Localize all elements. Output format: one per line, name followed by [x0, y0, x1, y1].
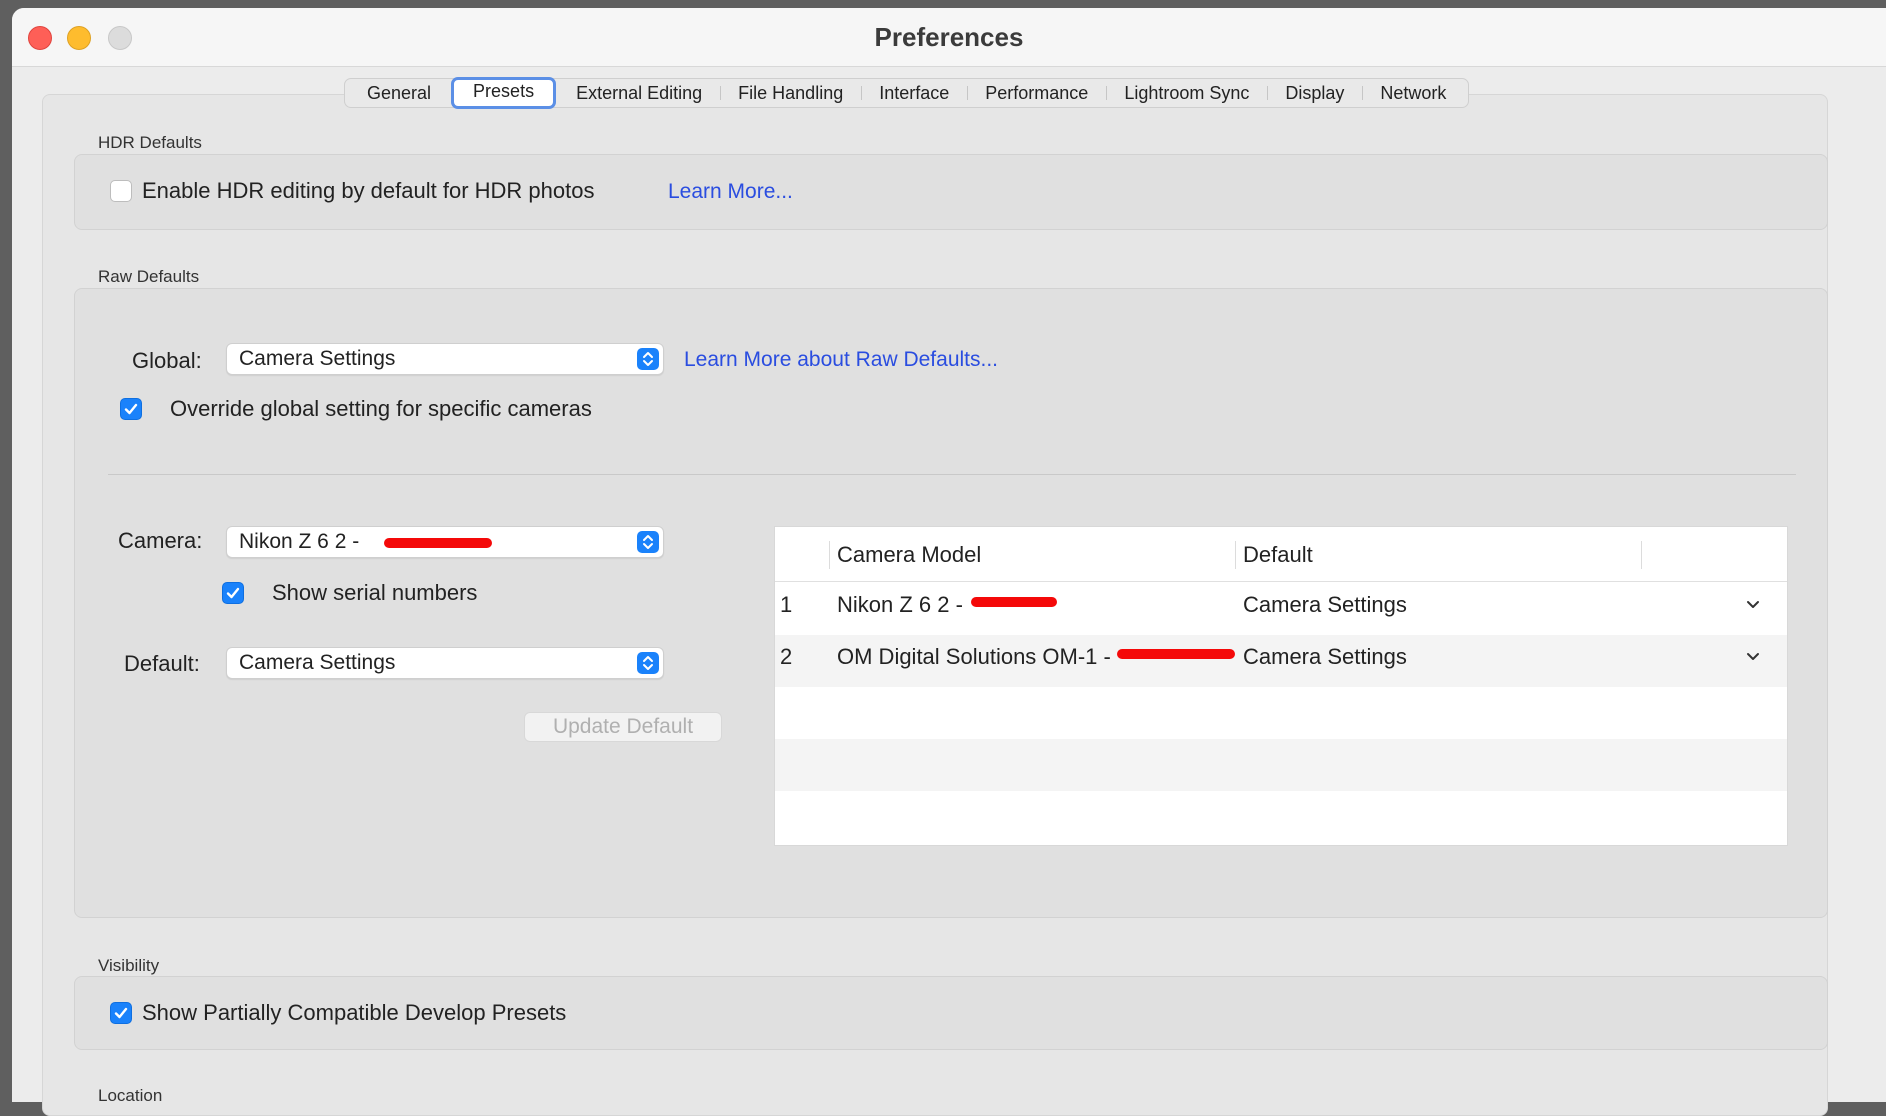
tab-interface[interactable]: Interface	[861, 79, 967, 107]
show-partial-presets-label: Show Partially Compatible Develop Preset…	[142, 1000, 567, 1025]
raw-defaults-learn-more-link[interactable]: Learn More about Raw Defaults...	[684, 348, 998, 372]
update-default-button[interactable]: Update Default	[524, 712, 722, 742]
select-stepper-icon	[637, 531, 659, 553]
window-title: Preferences	[874, 22, 1024, 52]
hdr-checkbox-label: Enable HDR editing by default for HDR ph…	[142, 178, 595, 203]
camera-select-value: Nikon Z 6 2 -	[239, 530, 360, 553]
column-separator	[1641, 541, 1642, 569]
tab-lightroom-sync[interactable]: Lightroom Sync	[1106, 79, 1267, 107]
global-select[interactable]: Camera Settings	[226, 343, 664, 375]
camera-defaults-table: Camera Model Default 1 Nikon Z 6 2 - Cam…	[774, 526, 1788, 846]
raw-divider	[108, 474, 1796, 475]
default-label: Default:	[124, 651, 200, 676]
override-checkbox[interactable]	[120, 398, 142, 420]
hdr-section-label: HDR Defaults	[98, 133, 202, 152]
chevron-down-icon[interactable]	[1745, 599, 1761, 611]
column-header-default[interactable]: Default	[1243, 527, 1313, 583]
table-row[interactable]: 2 OM Digital Solutions OM-1 - Camera Set…	[775, 635, 1787, 687]
tab-file-handling[interactable]: File Handling	[720, 79, 861, 107]
hdr-learn-more-link[interactable]: Learn More...	[668, 180, 793, 204]
global-label: Global:	[132, 348, 202, 373]
row-camera-model: Nikon Z 6 2 -	[837, 592, 963, 617]
tab-presets[interactable]: Presets	[451, 77, 557, 109]
serial-redaction-mark	[971, 597, 1057, 607]
show-partial-presets-checkbox[interactable]	[110, 1002, 132, 1024]
show-serial-checkbox[interactable]	[222, 582, 244, 604]
column-separator	[829, 541, 830, 569]
override-checkbox-label: Override global setting for specific cam…	[170, 396, 592, 421]
tab-external-editing[interactable]: External Editing	[558, 79, 720, 107]
location-section-label: Location	[98, 1086, 163, 1105]
column-header-camera-model[interactable]: Camera Model	[837, 527, 981, 583]
serial-redaction-mark	[384, 538, 492, 548]
tab-display[interactable]: Display	[1267, 79, 1362, 107]
hdr-checkbox[interactable]	[110, 180, 132, 202]
default-select-value: Camera Settings	[239, 651, 396, 674]
row-index: 2	[780, 644, 793, 669]
title-bar: Preferences	[12, 8, 1886, 67]
raw-section-label: Raw Defaults	[98, 267, 200, 286]
row-default: Camera Settings	[1243, 644, 1407, 669]
tab-general[interactable]: General	[349, 79, 449, 107]
select-stepper-icon	[637, 652, 659, 674]
table-row-empty	[775, 739, 1787, 791]
column-separator	[1235, 541, 1236, 569]
default-select[interactable]: Camera Settings	[226, 647, 664, 679]
visibility-section-label: Visibility	[98, 956, 160, 975]
show-serial-label: Show serial numbers	[272, 580, 478, 605]
checkmark-icon	[114, 1007, 128, 1019]
tab-performance[interactable]: Performance	[967, 79, 1106, 107]
preferences-tab-bar: General Presets External Editing File Ha…	[344, 77, 1470, 109]
row-index: 1	[780, 592, 793, 617]
table-header: Camera Model Default	[775, 527, 1787, 582]
checkmark-icon	[226, 587, 240, 599]
select-stepper-icon	[637, 348, 659, 370]
table-row-empty	[775, 687, 1787, 739]
row-default: Camera Settings	[1243, 592, 1407, 617]
checkmark-icon	[124, 403, 138, 415]
serial-redaction-mark	[1117, 649, 1235, 659]
row-camera-model: OM Digital Solutions OM-1 -	[837, 644, 1111, 669]
chevron-down-icon[interactable]	[1745, 651, 1761, 663]
global-select-value: Camera Settings	[239, 347, 396, 370]
table-row[interactable]: 1 Nikon Z 6 2 - Camera Settings	[775, 583, 1787, 635]
tab-network[interactable]: Network	[1362, 79, 1464, 107]
camera-label: Camera:	[118, 528, 203, 553]
